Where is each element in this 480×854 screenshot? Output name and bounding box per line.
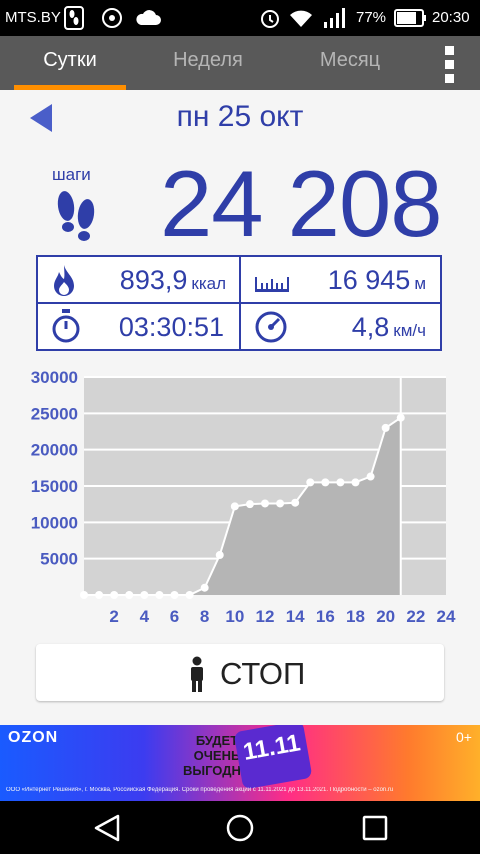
flame-icon — [54, 265, 74, 296]
chart-x-tick-label: 10 — [225, 607, 244, 626]
chart-point — [366, 472, 375, 481]
ad-banner[interactable]: OZON 0+ БУДЕТ ОЧЕНЬ ВЫГОДНО 11.11 ООО «И… — [0, 725, 480, 801]
chart-y-tick-label: 10000 — [31, 513, 78, 532]
chart-point — [336, 478, 345, 487]
cell-signal-icon — [324, 8, 345, 28]
chart-point — [276, 499, 285, 508]
ad-age-rating: 0+ — [456, 729, 472, 745]
duration-cell: 03:30:51 — [38, 304, 238, 349]
chart-x-tick-label: 24 — [437, 607, 456, 626]
chart-x-tick-label: 12 — [256, 607, 275, 626]
distance-unit: м — [414, 274, 426, 293]
chart-y-tick-label: 25000 — [31, 404, 78, 423]
chart-point — [321, 478, 330, 487]
chart-point — [170, 591, 179, 599]
chart-x-tick-label: 4 — [140, 607, 150, 626]
chart-y-tick-label: 15000 — [31, 477, 78, 496]
chart-point — [110, 591, 119, 599]
chart-point — [351, 478, 360, 487]
signal-app-icon — [102, 8, 122, 28]
calories-unit: ккал — [191, 274, 226, 293]
chart-point — [215, 551, 224, 560]
chart-x-tick-label: 18 — [346, 607, 365, 626]
chart-point — [200, 583, 209, 592]
overflow-menu-button[interactable] — [440, 44, 460, 84]
wifi-icon — [290, 10, 312, 27]
battery-percent: 77% — [356, 9, 387, 26]
chart-x-tick-label: 8 — [200, 607, 209, 626]
chart-point — [95, 591, 104, 599]
tab-month[interactable]: Месяц — [294, 36, 406, 90]
status-bar: MTS.BY 77% 20:30 — [0, 0, 480, 36]
steps-label: шаги — [52, 165, 91, 184]
speed-cell: 4,8 км/ч — [241, 304, 440, 349]
person-icon — [191, 656, 203, 692]
nav-back-icon[interactable] — [92, 813, 122, 843]
period-tab-bar: Сутки Неделя Месяц — [0, 36, 480, 90]
chart-point — [140, 591, 149, 599]
chart-x-tick-label: 14 — [286, 607, 305, 626]
speedometer-icon — [255, 311, 287, 343]
chart-x-tick-label: 20 — [376, 607, 395, 626]
date-label: пн 25 окт — [176, 100, 304, 133]
nav-recents-icon[interactable] — [360, 813, 390, 843]
footprints-icon — [57, 191, 95, 241]
ruler-icon — [255, 277, 289, 292]
speed-unit: км/ч — [393, 321, 426, 340]
chart-x-tick-label: 6 — [170, 607, 179, 626]
stop-button-label: СТОП — [220, 656, 306, 691]
cloud-icon — [136, 10, 161, 25]
chart-point — [396, 413, 405, 422]
chart-point — [261, 499, 269, 508]
alarm-icon — [261, 10, 279, 28]
distance-value: 16 945 — [327, 265, 411, 295]
duration-value: 03:30:51 — [118, 312, 224, 342]
back-arrow-icon[interactable] — [30, 104, 54, 132]
chart-point — [155, 591, 164, 599]
calories-value: 893,9 — [119, 265, 188, 295]
system-navigation-bar — [0, 801, 480, 854]
chart-x-tick-label: 2 — [109, 607, 118, 626]
chart-plot: 500010000150002000025000300002 4 6 8 10 12 14 1… — [31, 368, 456, 626]
chart-point — [245, 500, 254, 509]
ad-sale-badge: 11.11 — [233, 725, 313, 790]
nav-home-icon[interactable] — [225, 813, 255, 843]
ad-brand: OZON — [8, 729, 59, 746]
chart-point — [230, 502, 239, 511]
menu-dot-icon — [445, 74, 454, 83]
stats-grid: 893,9 ккал 16 945 м 03:30:51 4,8 км/ч — [36, 255, 442, 351]
chart-y-tick-label: 30000 — [31, 368, 78, 387]
stop-button[interactable]: СТОП — [36, 644, 444, 701]
chart-y-tick-label: 20000 — [31, 441, 78, 460]
hourly-steps-chart: 500010000150002000025000300002 4 6 8 10 12 14 1… — [31, 368, 456, 626]
chart-x-tick-label: 22 — [406, 607, 425, 626]
menu-dot-icon — [445, 60, 454, 69]
chart-point — [125, 591, 134, 599]
speed-value: 4,8 — [351, 312, 390, 342]
chart-point — [306, 478, 315, 487]
chart-y-tick-label: 5000 — [40, 550, 78, 569]
clock: 20:30 — [432, 9, 470, 26]
distance-cell: 16 945 м — [241, 257, 440, 302]
menu-dot-icon — [445, 46, 454, 55]
chart-point — [185, 591, 194, 599]
chart-point — [291, 498, 300, 507]
chart-point — [80, 591, 88, 599]
battery-icon — [394, 9, 426, 27]
ad-legal-text: ООО «Интернет Решения», г. Москва, Росси… — [6, 787, 394, 793]
tab-day[interactable]: Сутки — [14, 36, 126, 90]
steps-count: 24 208 — [160, 151, 443, 256]
activity-notification-icon — [64, 6, 84, 30]
chart-x-tick-label: 16 — [316, 607, 335, 626]
chart-point — [381, 423, 390, 432]
calories-cell: 893,9 ккал — [38, 257, 238, 302]
stopwatch-icon — [52, 309, 80, 343]
carrier-name: MTS.BY — [5, 9, 61, 26]
tab-week[interactable]: Неделя — [152, 36, 264, 90]
